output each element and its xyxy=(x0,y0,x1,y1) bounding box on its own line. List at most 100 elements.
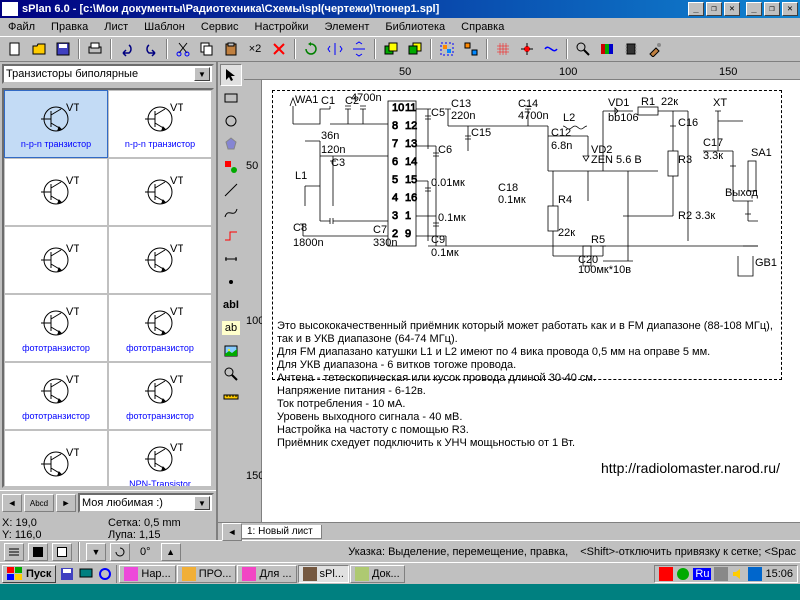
to-front-button[interactable] xyxy=(380,38,402,60)
line-tool[interactable] xyxy=(220,179,242,201)
shapes-tool[interactable] xyxy=(220,156,242,178)
menu-edit[interactable]: Правка xyxy=(47,20,92,34)
palette-item[interactable]: VT?фототранзистор xyxy=(4,362,108,430)
dimension-tool[interactable] xyxy=(220,248,242,270)
svg-text:5: 5 xyxy=(392,174,398,186)
tray-icon[interactable] xyxy=(659,567,673,581)
sheet-tab-1[interactable]: 1: Новый лист xyxy=(238,525,322,539)
rubber-button[interactable] xyxy=(540,38,562,60)
menu-library[interactable]: Библиотека xyxy=(381,20,449,34)
chip-button[interactable] xyxy=(620,38,642,60)
palette-next-button[interactable]: ► xyxy=(56,494,76,512)
palette-item[interactable]: VT?n-p-n транзистор xyxy=(108,90,212,158)
group-button[interactable] xyxy=(436,38,458,60)
measure-tool[interactable] xyxy=(220,386,242,408)
cut-button[interactable] xyxy=(172,38,194,60)
menu-template[interactable]: Шаблон xyxy=(140,20,189,34)
menu-service[interactable]: Сервис xyxy=(197,20,243,34)
redo-button[interactable] xyxy=(140,38,162,60)
palette-item[interactable]: VT? xyxy=(4,158,108,226)
image-tool[interactable] xyxy=(220,340,242,362)
tab-prev-button[interactable]: ◄ xyxy=(222,523,242,541)
maximize-button[interactable]: ❐ xyxy=(706,2,722,16)
snap-grid-button[interactable] xyxy=(492,38,514,60)
library-button[interactable] xyxy=(596,38,618,60)
start-button[interactable]: Пуск xyxy=(2,565,56,583)
palette-item[interactable]: VT?фототранзистор xyxy=(108,362,212,430)
favorites-combo[interactable]: Моя любимая :) ▼ xyxy=(78,493,214,513)
delete-button[interactable] xyxy=(268,38,290,60)
palette-item[interactable]: VT? xyxy=(108,226,212,294)
fillcolor-button[interactable] xyxy=(52,543,72,561)
angle-down-button[interactable]: ▼ xyxy=(86,543,106,561)
menu-element[interactable]: Элемент xyxy=(320,20,373,34)
menu-settings[interactable]: Настройки xyxy=(251,20,313,34)
undo-button[interactable] xyxy=(116,38,138,60)
print-button[interactable] xyxy=(84,38,106,60)
zoom-button[interactable] xyxy=(572,38,594,60)
taskbar-task[interactable]: ПРО... xyxy=(177,565,237,583)
duplicate-button[interactable]: ×2 xyxy=(244,38,266,60)
tray-volume-icon[interactable] xyxy=(731,567,745,581)
node-tool[interactable] xyxy=(220,271,242,293)
rotate-button[interactable] xyxy=(300,38,322,60)
ql-desktop-icon[interactable] xyxy=(77,565,95,583)
palette-item[interactable]: VT?фототранзистор xyxy=(108,294,212,362)
ql-save-icon[interactable] xyxy=(58,565,76,583)
palette-item[interactable]: VT?фототранзистор xyxy=(4,294,108,362)
drawing-canvas[interactable]: 1011 812 713 614 515 416 31 29 xyxy=(262,80,800,522)
menu-sheet[interactable]: Лист xyxy=(100,20,132,34)
tray-icon[interactable] xyxy=(676,567,690,581)
minimize-button[interactable]: _ xyxy=(688,2,704,16)
mdi-close-button[interactable]: ✕ xyxy=(782,2,798,16)
library-category-combo[interactable]: Транзисторы биполярные ▼ xyxy=(2,64,214,84)
menu-file[interactable]: Файл xyxy=(4,20,39,34)
tray-icon[interactable] xyxy=(748,567,762,581)
textblock-tool[interactable]: ab xyxy=(220,317,242,339)
new-button[interactable] xyxy=(4,38,26,60)
angle-rotate-button[interactable] xyxy=(110,543,130,561)
clock[interactable]: 15:06 xyxy=(765,568,793,580)
palette-item[interactable]: VT? xyxy=(4,226,108,294)
taskbar-task[interactable]: Для ... xyxy=(237,565,296,583)
palette-prev-button[interactable]: ◄ xyxy=(2,494,22,512)
pointer-tool[interactable] xyxy=(220,64,242,86)
mdi-minimize-button[interactable]: _ xyxy=(746,2,762,16)
ungroup-button[interactable] xyxy=(460,38,482,60)
save-button[interactable] xyxy=(52,38,74,60)
palette-item[interactable]: VT? xyxy=(108,158,212,226)
palette-item[interactable]: VT?n-p-n транзистор xyxy=(4,90,108,158)
mirror-h-button[interactable] xyxy=(324,38,346,60)
polygon-tool[interactable] xyxy=(220,133,242,155)
chevron-down-icon[interactable]: ▼ xyxy=(194,496,210,510)
taskbar-task[interactable]: sPl... xyxy=(298,565,349,583)
wire-tool[interactable] xyxy=(220,225,242,247)
text-tool[interactable]: abI xyxy=(220,294,242,316)
linewidth-button[interactable] xyxy=(4,543,24,561)
angle-up-button[interactable]: ▲ xyxy=(161,543,181,561)
tools-button[interactable] xyxy=(644,38,666,60)
mdi-restore-button[interactable]: ❐ xyxy=(764,2,780,16)
tray-icon[interactable] xyxy=(714,567,728,581)
curve-tool[interactable] xyxy=(220,202,242,224)
chevron-down-icon[interactable]: ▼ xyxy=(194,67,210,81)
taskbar-task[interactable]: Нар... xyxy=(119,565,175,583)
open-button[interactable] xyxy=(28,38,50,60)
linecolor-button[interactable] xyxy=(28,543,48,561)
zoom-tool[interactable] xyxy=(220,363,242,385)
palette-item[interactable]: VT?NPN-Transistor xyxy=(108,430,212,488)
ql-ie-icon[interactable] xyxy=(96,565,114,583)
rect-tool[interactable] xyxy=(220,87,242,109)
close-button[interactable]: ✕ xyxy=(724,2,740,16)
palette-item[interactable]: VT? xyxy=(4,430,108,488)
menu-help[interactable]: Справка xyxy=(457,20,508,34)
paste-button[interactable] xyxy=(220,38,242,60)
copy-button[interactable] xyxy=(196,38,218,60)
to-back-button[interactable] xyxy=(404,38,426,60)
mirror-v-button[interactable] xyxy=(348,38,370,60)
taskbar-task[interactable]: Док... xyxy=(350,565,405,583)
language-indicator[interactable]: Ru xyxy=(693,568,711,580)
circle-tool[interactable] xyxy=(220,110,242,132)
snap-node-button[interactable] xyxy=(516,38,538,60)
palette-abcd-button[interactable]: Abcd xyxy=(24,494,54,512)
